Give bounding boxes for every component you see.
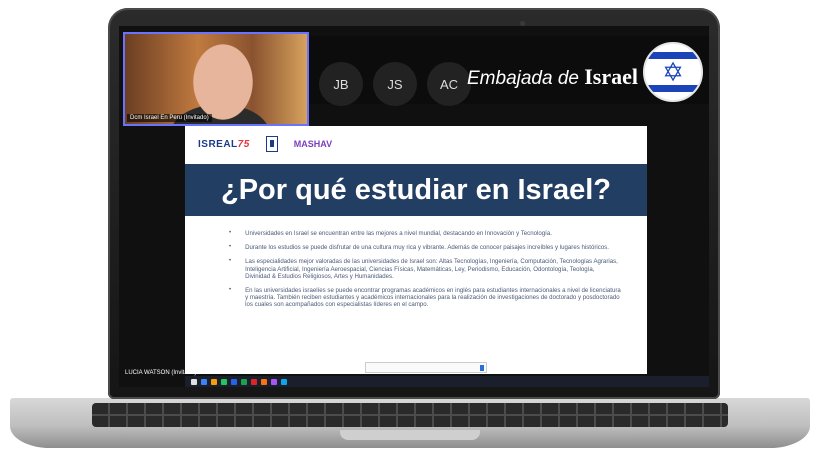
bullet-icon: • [229,287,232,294]
emblem-icon [265,136,278,152]
browser-icon[interactable] [281,378,287,385]
slide-bullet-list: • Universidades en Israel se encuentran … [229,230,621,316]
laptop-trackpad [340,430,480,440]
slide-logos: ISREAL75 MASHAV [198,136,332,152]
laptop-keyboard [92,403,728,427]
bullet-icon: • [229,230,232,236]
list-item: • Las especialidades mejor valoradas de … [229,258,621,280]
folder-icon[interactable] [211,378,217,385]
presentation-slide: ISREAL75 MASHAV ¿Por qué estudiar en Isr… [185,126,647,374]
bullet-icon: • [229,258,232,265]
embassy-country: Israel [584,64,639,89]
israel-flag-icon: ✡ [643,42,703,102]
bullet-text: Durante los estudios se puede disfrutar … [245,244,609,252]
embassy-label: Embajada de [467,68,579,89]
speaker-video-tile[interactable]: Dcm Israel En Peru (Invitado) [123,32,309,126]
speaker-name-label: Dcm Israel En Peru (Invitado) [127,114,212,122]
excel-icon[interactable] [241,378,247,385]
isreal-logo-text: ISREAL [198,138,238,150]
word-icon[interactable] [231,378,237,385]
slide-title-band: ¿Por qué estudiar en Israel? [185,164,647,216]
participant-avatar-js[interactable]: JS [373,62,417,106]
stop-sharing-button[interactable] [480,364,484,371]
windows-taskbar [185,376,709,387]
list-item: • En las universidades israelíes se pued… [229,287,621,309]
participant-initials: AC [439,76,459,92]
slide-title: ¿Por qué estudiar en Israel? [221,173,611,206]
bullet-text: Las especialidades mejor valoradas de la… [245,258,618,280]
screen-share-bar[interactable] [365,362,487,373]
participant-avatar-ac[interactable]: AC [427,62,471,106]
list-item: • Universidades en Israel se encuentran … [229,230,621,237]
list-item: • Durante los estudios se puede disfruta… [229,244,621,251]
app-icon[interactable] [221,378,227,385]
bullet-text: Universidades en Israel se encuentran en… [245,230,552,237]
app-icon[interactable] [261,378,267,385]
laptop-screen: Dcm Israel En Peru (Invitado) JB JS AC E… [119,26,709,387]
participant-initials: JS [387,76,403,92]
embassy-banner: Embajada de Israel [467,64,638,90]
logo-75-text: 75 [237,138,250,150]
bullet-text: En las universidades israelíes se puede … [245,287,621,309]
app-icon[interactable] [271,378,277,385]
windows-start-icon[interactable] [191,378,197,385]
star-of-david-icon: ✡ [662,57,684,87]
powerpoint-icon[interactable] [251,378,257,385]
flag-stripe-bottom [645,85,701,92]
participant-avatar-jb[interactable]: JB [319,62,363,106]
mashav-logo: MASHAV [293,139,333,149]
participant-initials: JB [333,76,349,92]
app-icon[interactable] [201,378,207,385]
bullet-icon: • [229,244,232,251]
isreal75-logo: ISREAL75 [198,139,250,150]
